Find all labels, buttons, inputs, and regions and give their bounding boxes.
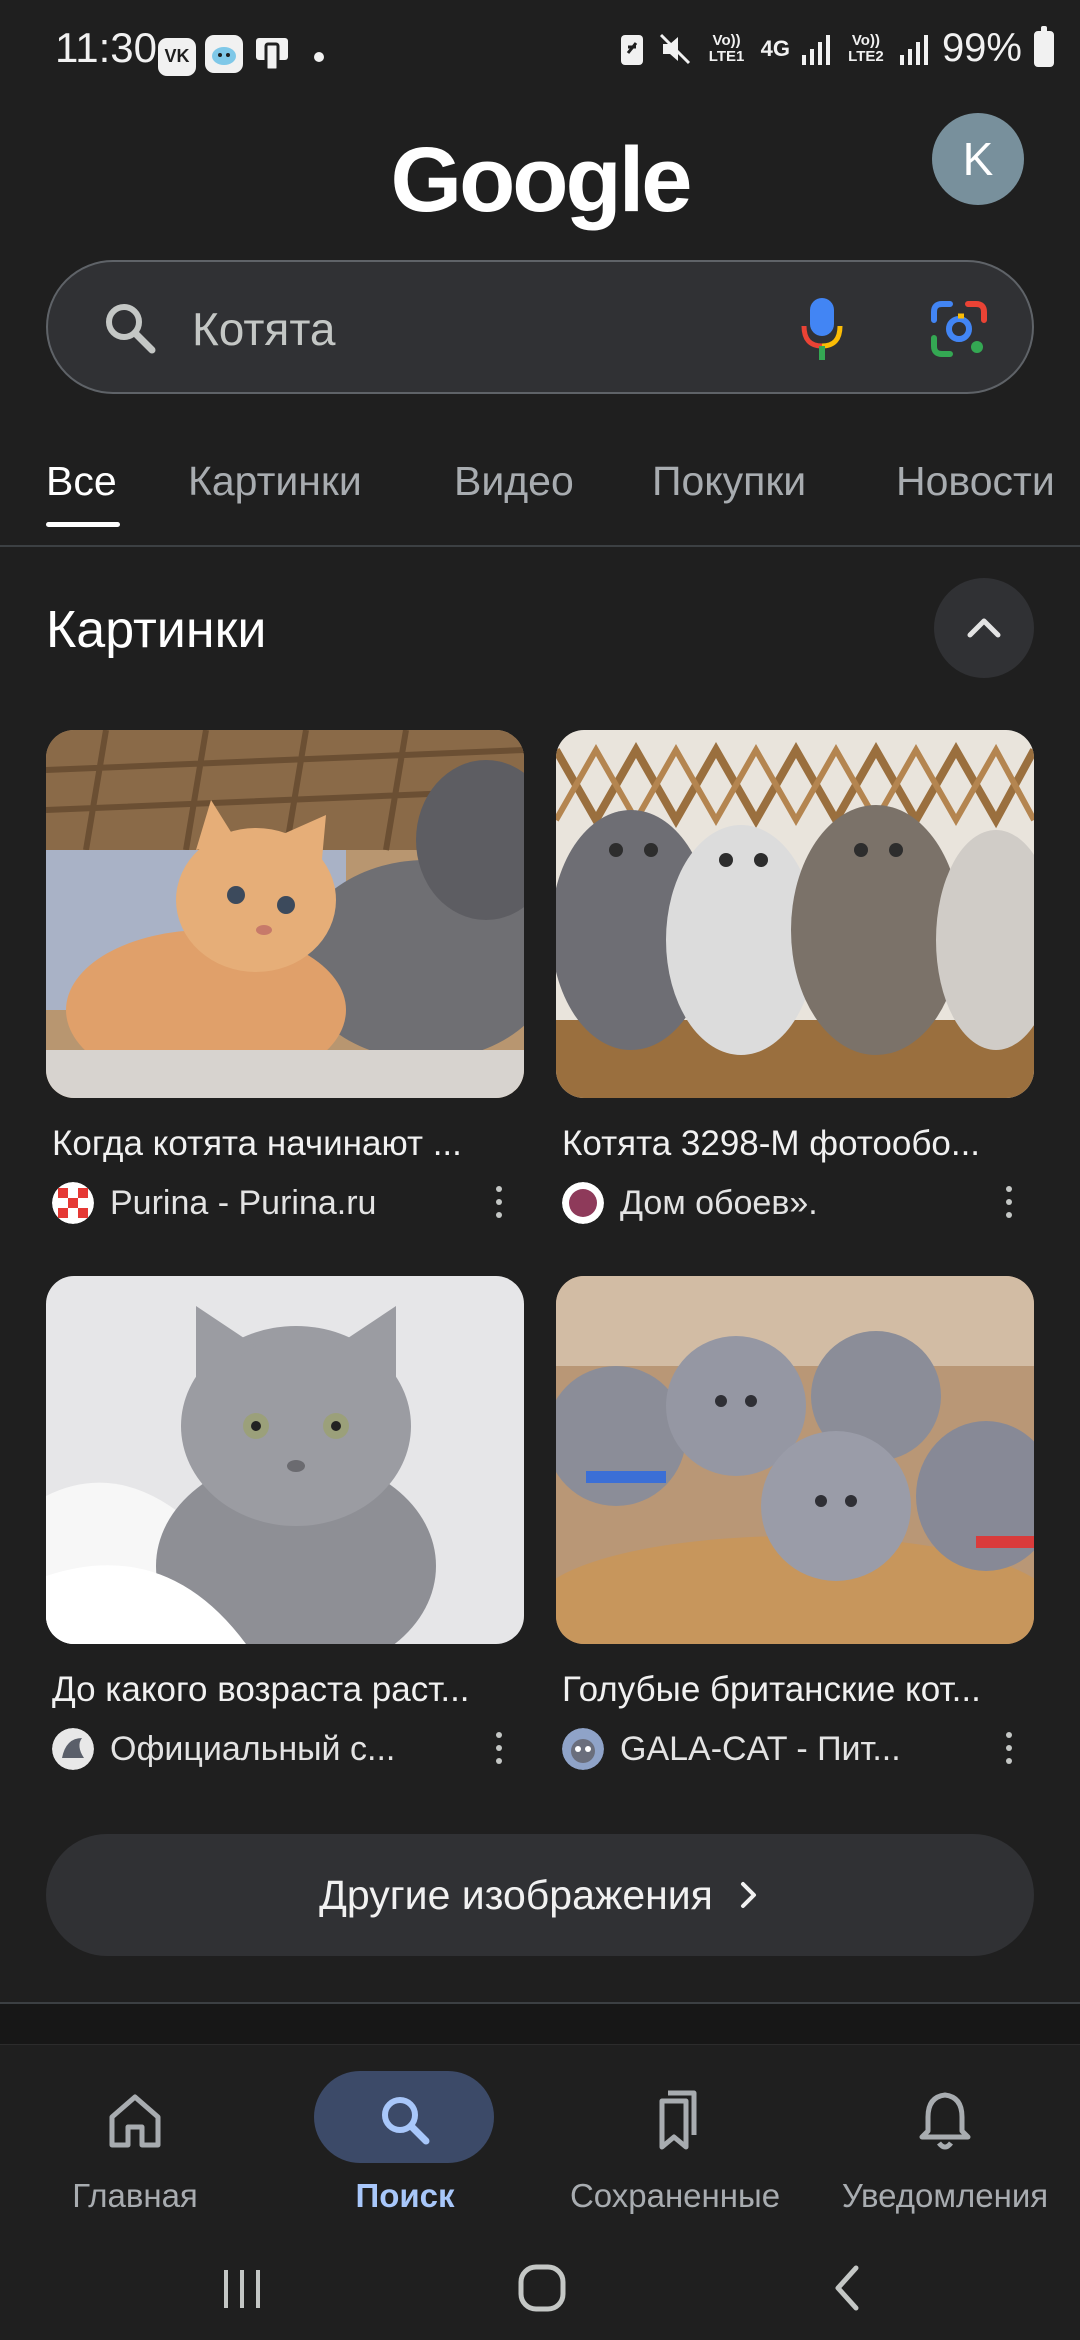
google-search-page: 11:30 VK Vo)) LTE1 4G Vo)) LTE2 99% Goog… bbox=[0, 0, 1080, 2340]
image-result-title[interactable]: До какого возраста раст... bbox=[52, 1670, 524, 1710]
google-lens-icon[interactable] bbox=[928, 298, 990, 360]
search-input[interactable]: Котята bbox=[192, 302, 335, 356]
more-options-button[interactable] bbox=[494, 1186, 504, 1222]
image-result-source-label: Официальный с... bbox=[110, 1729, 396, 1768]
battery-percent: 99% bbox=[941, 26, 1022, 70]
image-result-card[interactable]: До какого возраста раст... Официальный с… bbox=[46, 1276, 524, 1770]
official-site-favicon-icon bbox=[52, 1728, 94, 1770]
battery-saver-icon bbox=[620, 34, 643, 65]
dom-oboev-favicon-icon bbox=[562, 1182, 604, 1224]
more-options-button[interactable] bbox=[1004, 1732, 1014, 1768]
image-result-source[interactable]: Официальный с... bbox=[52, 1728, 395, 1770]
system-navigation-bar bbox=[0, 2234, 1080, 2340]
more-notifications-dot bbox=[314, 51, 324, 62]
signal-2-icon bbox=[899, 34, 928, 65]
notification-icons: VK bbox=[158, 34, 324, 79]
recent-apps-icon[interactable] bbox=[216, 2264, 268, 2314]
image-result-title[interactable]: Голубые британские кот... bbox=[562, 1670, 1034, 1710]
kitten-image-1[interactable] bbox=[46, 730, 524, 1098]
device-app-icon bbox=[252, 34, 292, 79]
nav-label-home: Главная bbox=[72, 2177, 198, 2214]
kitten-image-2[interactable] bbox=[556, 730, 1034, 1098]
account-avatar[interactable]: K bbox=[932, 113, 1024, 205]
avatar-letter: K bbox=[962, 133, 994, 185]
home-button-icon[interactable] bbox=[516, 2262, 568, 2314]
nav-item-home[interactable]: Главная bbox=[0, 2057, 270, 2227]
tabs-divider bbox=[0, 545, 1080, 547]
more-options-button[interactable] bbox=[494, 1732, 504, 1768]
volte2-indicator: Vo)) LTE2 bbox=[848, 31, 884, 65]
bookmarks-icon bbox=[659, 2090, 697, 2150]
image-result-card[interactable]: Когда котята начинают ... Purina - Purin… bbox=[46, 730, 524, 1224]
image-result-card[interactable]: Котята 3298-М фотообо... Дом обоев». bbox=[556, 730, 1034, 1224]
bell-icon bbox=[919, 2092, 971, 2150]
images-section-title: Картинки bbox=[46, 601, 267, 659]
image-result-title[interactable]: Когда котята начинают ... bbox=[52, 1124, 524, 1164]
nav-label-search: Поиск bbox=[355, 2177, 455, 2214]
image-result-source-label: GALA-CAT - Пит... bbox=[620, 1729, 901, 1768]
nav-item-search[interactable]: Поиск bbox=[270, 2057, 540, 2227]
back-button-icon[interactable] bbox=[826, 2262, 870, 2314]
battery-icon bbox=[1034, 25, 1054, 67]
signal-icon bbox=[801, 34, 830, 65]
purina-favicon-icon bbox=[52, 1182, 94, 1224]
chevron-right-icon bbox=[740, 1882, 756, 1908]
chevron-up-icon bbox=[967, 618, 1001, 638]
active-tab-indicator bbox=[46, 522, 120, 527]
image-result-source[interactable]: GALA-CAT - Пит... bbox=[562, 1728, 901, 1770]
volte1-indicator: Vo)) LTE1 bbox=[708, 31, 745, 65]
tab-videos[interactable]: Видео bbox=[454, 458, 574, 505]
tab-shopping[interactable]: Покупки bbox=[652, 458, 806, 505]
tab-images[interactable]: Картинки bbox=[188, 458, 362, 505]
tab-news[interactable]: Новости bbox=[896, 458, 1055, 505]
search-icon bbox=[106, 304, 156, 354]
nav-label-notifications: Уведомления bbox=[841, 2177, 1049, 2214]
image-result-source-label: Дом обоев». bbox=[620, 1183, 818, 1222]
nav-label-saved: Сохраненные bbox=[569, 2177, 781, 2214]
cloud-app-icon bbox=[204, 34, 244, 79]
status-bar: 11:30 VK Vo)) LTE1 4G Vo)) LTE2 99% bbox=[0, 0, 1080, 104]
image-result-source-label: Purina - Purina.ru bbox=[110, 1183, 377, 1222]
more-options-button[interactable] bbox=[1004, 1186, 1014, 1222]
vk-icon: VK bbox=[158, 37, 196, 76]
image-result-card[interactable]: Голубые британские кот... GALA-CAT - Пит… bbox=[556, 1276, 1034, 1770]
kitten-image-3[interactable] bbox=[46, 1276, 524, 1644]
nav-item-saved[interactable]: Сохраненные bbox=[540, 2057, 810, 2227]
google-logo: Google bbox=[390, 129, 693, 231]
image-result-source[interactable]: Purina - Purina.ru bbox=[52, 1182, 376, 1224]
status-indicators: Vo)) LTE1 4G Vo)) LTE2 99% bbox=[619, 25, 1054, 71]
mute-icon bbox=[659, 33, 690, 64]
image-result-title[interactable]: Котята 3298-М фотообо... bbox=[562, 1124, 1034, 1164]
nav-item-notifications[interactable]: Уведомления bbox=[810, 2057, 1080, 2227]
kitten-image-4[interactable] bbox=[556, 1276, 1034, 1644]
collapse-button[interactable] bbox=[934, 578, 1034, 678]
status-time: 11:30 bbox=[55, 24, 157, 71]
gala-cat-favicon-icon bbox=[562, 1728, 604, 1770]
more-images-label: Другие изображения bbox=[319, 1871, 713, 1918]
tab-all[interactable]: Все bbox=[46, 458, 117, 505]
more-images-button[interactable]: Другие изображения bbox=[46, 1834, 1034, 1956]
search-bar[interactable]: Котята bbox=[46, 260, 1034, 394]
microphone-icon[interactable] bbox=[800, 296, 844, 362]
content-separator bbox=[0, 2004, 1080, 2044]
bottom-navigation: Главная Поиск Сохраненные Уведомления bbox=[0, 2044, 1080, 2234]
search-icon bbox=[382, 2097, 430, 2145]
image-result-source[interactable]: Дом обоев». bbox=[562, 1182, 818, 1224]
home-icon bbox=[109, 2094, 161, 2148]
network-type: 4G bbox=[760, 35, 790, 61]
search-tabs: Все Картинки Видео Покупки Новости bbox=[0, 448, 1080, 548]
